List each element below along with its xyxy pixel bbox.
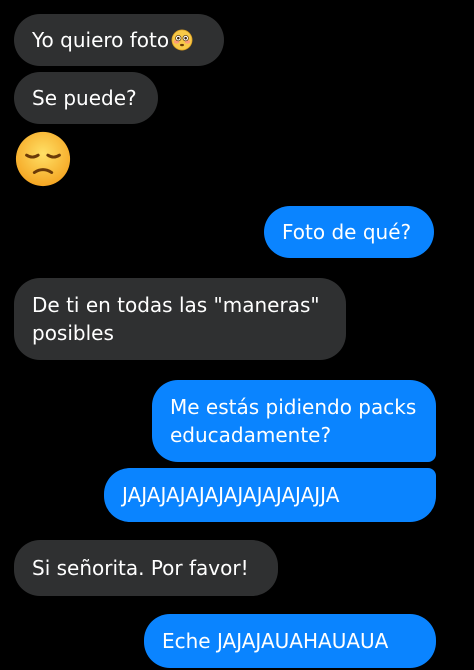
received-message-bubble[interactable]: Se puede? <box>14 72 158 124</box>
sent-message-bubble[interactable]: JAJAJAJAJAJAJAJAJAJAJJA <box>104 468 436 522</box>
received-message-bubble[interactable]: De ti en todas las "maneras" posibles <box>14 278 346 360</box>
message-text: Yo quiero foto <box>32 28 170 52</box>
pensive-face-emoji-icon[interactable] <box>14 130 72 188</box>
message-text: Eche JAJAJAUAHAUAUA <box>162 629 389 653</box>
sent-message-bubble[interactable]: Foto de qué? <box>264 206 434 258</box>
message-text: Foto de qué? <box>282 220 412 244</box>
sent-message-bubble[interactable]: Me estás pidiendo packs educadamente? <box>152 380 436 462</box>
flushed-face-emoji-icon <box>171 29 193 51</box>
message-text: Se puede? <box>32 86 137 110</box>
message-text: Si señorita. Por favor! <box>32 556 249 580</box>
message-text: De ti en todas las "maneras" posibles <box>32 293 320 345</box>
message-text: Me estás pidiendo packs educadamente? <box>170 395 417 447</box>
received-message-bubble[interactable]: Yo quiero foto <box>14 14 224 66</box>
sent-message-bubble[interactable]: Eche JAJAJAUAHAUAUA <box>144 614 436 668</box>
received-message-bubble[interactable]: Si señorita. Por favor! <box>14 540 278 596</box>
message-text: JAJAJAJAJAJAJAJAJAJAJJA <box>122 483 340 507</box>
